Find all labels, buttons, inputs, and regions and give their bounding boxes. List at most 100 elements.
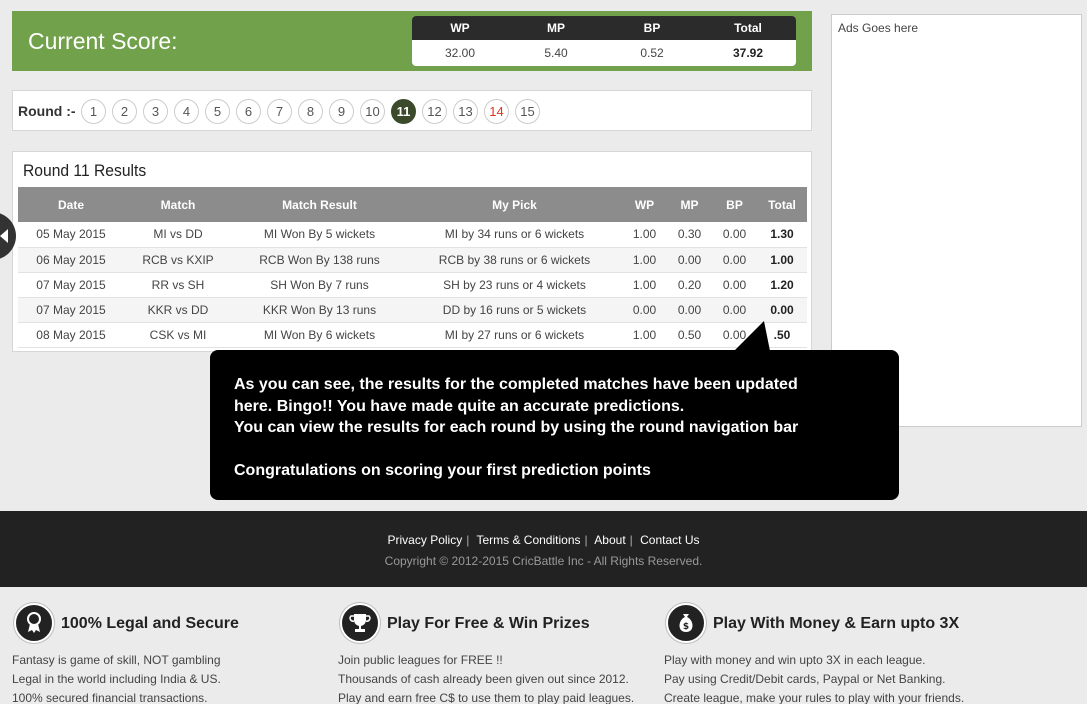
round-button-8[interactable]: 8 xyxy=(298,99,323,124)
score-header-total: Total xyxy=(734,21,762,35)
table-row: 07 May 2015 RR vs SH SH Won By 7 runs SH by… xyxy=(18,272,807,298)
table-cell: MI vs DD xyxy=(124,222,232,248)
footer: Privacy Policy | Terms & Conditions | Abou… xyxy=(0,511,1087,587)
table-cell: 0.00 xyxy=(712,247,757,273)
feature-line: Play and earn free C$ to use them to pla… xyxy=(338,691,635,704)
table-cell: SH Won By 7 runs xyxy=(232,272,407,298)
round-button-13[interactable]: 13 xyxy=(453,99,478,124)
round-results-panel: Round 11 Results Date Match Match Result… xyxy=(12,151,812,352)
table-cell: 1.20 xyxy=(757,272,807,298)
round-button-3[interactable]: 3 xyxy=(143,99,168,124)
terms-conditions-link[interactable]: Terms & Conditions xyxy=(476,533,580,547)
table-cell: SH by 23 runs or 4 wickets xyxy=(407,272,622,298)
table-cell: 0.00 xyxy=(712,297,757,323)
feature-title: Play With Money & Earn upto 3X xyxy=(713,615,960,632)
tooltip-line-2: here. Bingo!! You have made quite an acc… xyxy=(234,397,685,415)
table-cell: 0.00 xyxy=(622,297,667,323)
round-button-1[interactable]: 1 xyxy=(81,99,106,124)
results-table: Date Match Match Result My Pick WP MP BP… xyxy=(18,187,807,348)
round-button-10[interactable]: 10 xyxy=(360,99,385,124)
table-cell: RR vs SH xyxy=(124,272,232,298)
tooltip-line-3: You can view the results for each round … xyxy=(234,419,799,436)
chevron-left-icon xyxy=(0,229,8,243)
table-cell: MI by 27 runs or 6 wickets xyxy=(407,322,622,348)
round-navigation-bar: Round :- 1 2 3 4 5 6 7 8 9 10 11 12 13 14 15 xyxy=(12,90,812,131)
table-cell: 0.00 xyxy=(667,247,712,273)
ads-text: Ads Goes here xyxy=(838,21,919,35)
round-button-6[interactable]: 6 xyxy=(236,99,261,124)
tutorial-tooltip: As you can see, the results for the comp… xyxy=(210,350,899,500)
round-button-12[interactable]: 12 xyxy=(422,99,447,124)
round-button-5[interactable]: 5 xyxy=(205,99,230,124)
current-score-bar: Current Score: WP MP BP Total 32.00 5.40… xyxy=(12,11,812,71)
round-button-11[interactable]: 11 xyxy=(391,99,416,124)
table-cell: 1.00 xyxy=(622,222,667,248)
feature-title: 100% Legal and Secure xyxy=(61,615,239,632)
table-cell: 0.30 xyxy=(667,222,712,248)
col-mp: MP xyxy=(667,187,712,222)
table-cell: 06 May 2015 xyxy=(18,247,124,273)
table-cell: KKR Won By 13 runs xyxy=(232,297,407,323)
table-cell: 0.00 xyxy=(712,222,757,248)
score-value-total: 37.92 xyxy=(732,46,764,60)
tooltip-line-1: As you can see, the results for the comp… xyxy=(234,376,798,393)
score-table: WP MP BP Total 32.00 5.40 0.52 37.92 xyxy=(412,16,796,66)
privacy-policy-link[interactable]: Privacy Policy xyxy=(388,533,463,547)
table-cell: RCB Won By 138 runs xyxy=(232,247,407,273)
table-cell: 0.20 xyxy=(667,272,712,298)
money-bag-icon: $ xyxy=(666,603,706,643)
score-value-mp: 5.40 xyxy=(544,46,568,60)
table-row: 07 May 2015 KKR vs DD KKR Won By 13 runs DD… xyxy=(18,297,807,323)
current-score-title: Current Score: xyxy=(28,28,178,54)
feature-line: Play with money and win upto 3X in each … xyxy=(664,653,926,667)
about-link[interactable]: About xyxy=(594,533,625,547)
award-icon xyxy=(14,603,54,643)
col-bp: BP xyxy=(712,187,757,222)
contact-us-link[interactable]: Contact Us xyxy=(640,533,699,547)
feature-line: Create league, make your rules to play w… xyxy=(664,691,965,704)
round-button-4[interactable]: 4 xyxy=(174,99,199,124)
round-button-2[interactable]: 2 xyxy=(112,99,137,124)
table-cell: 1.30 xyxy=(757,222,807,248)
footer-links: Privacy Policy | Terms & Conditions | Abou… xyxy=(387,533,700,547)
round-button-7[interactable]: 7 xyxy=(267,99,292,124)
table-cell: 08 May 2015 xyxy=(18,322,124,348)
table-cell: 0.00 xyxy=(712,272,757,298)
round-button-9[interactable]: 9 xyxy=(329,99,354,124)
table-row: 05 May 2015 MI vs DD MI Won By 5 wickets MI… xyxy=(18,222,807,248)
round-label: Round :- xyxy=(18,103,76,119)
table-cell: 0.00 xyxy=(757,297,807,323)
table-cell: 1.00 xyxy=(622,272,667,298)
results-title: Round 11 Results xyxy=(23,161,147,180)
feature-line: Pay using Credit/Debit cards, Paypal or … xyxy=(664,672,946,686)
table-cell: MI by 34 runs or 6 wickets xyxy=(407,222,622,248)
round-button-15[interactable]: 15 xyxy=(515,99,540,124)
table-row: 06 May 2015 RCB vs KXIP RCB Won By 138 run… xyxy=(18,247,807,273)
col-my-pick: My Pick xyxy=(407,187,622,222)
svg-text:$: $ xyxy=(683,622,689,632)
feature-line: Join public leagues for FREE !! xyxy=(338,653,503,667)
table-cell: MI Won By 5 wickets xyxy=(232,222,407,248)
col-total: Total xyxy=(757,187,807,222)
score-header-mp: MP xyxy=(547,21,565,35)
table-cell: 05 May 2015 xyxy=(18,222,124,248)
col-match: Match xyxy=(124,187,232,222)
feature-line: Thousands of cash already been given out… xyxy=(338,672,629,686)
col-match-result: Match Result xyxy=(232,187,407,222)
score-value-wp: 32.00 xyxy=(444,46,476,60)
table-cell: KKR vs DD xyxy=(124,297,232,323)
table-cell: 07 May 2015 xyxy=(18,272,124,298)
table-cell: RCB by 38 runs or 6 wickets xyxy=(407,247,622,273)
table-cell: 07 May 2015 xyxy=(18,297,124,323)
table-cell: 0.00 xyxy=(667,297,712,323)
table-cell: CSK vs MI xyxy=(124,322,232,348)
feature-line: Fantasy is game of skill, NOT gambling xyxy=(12,653,221,667)
score-header-bp: BP xyxy=(643,21,661,35)
table-cell: 1.00 xyxy=(622,322,667,348)
score-header-wp: WP xyxy=(450,21,470,35)
tooltip-line-4: Congratulations on scoring your first pr… xyxy=(234,461,651,479)
round-button-14[interactable]: 14 xyxy=(484,99,509,124)
feature-title: Play For Free & Win Prizes xyxy=(387,615,590,632)
table-row: 08 May 2015 CSK vs MI MI Won By 6 wickets M… xyxy=(18,322,807,348)
trophy-icon xyxy=(340,603,380,643)
